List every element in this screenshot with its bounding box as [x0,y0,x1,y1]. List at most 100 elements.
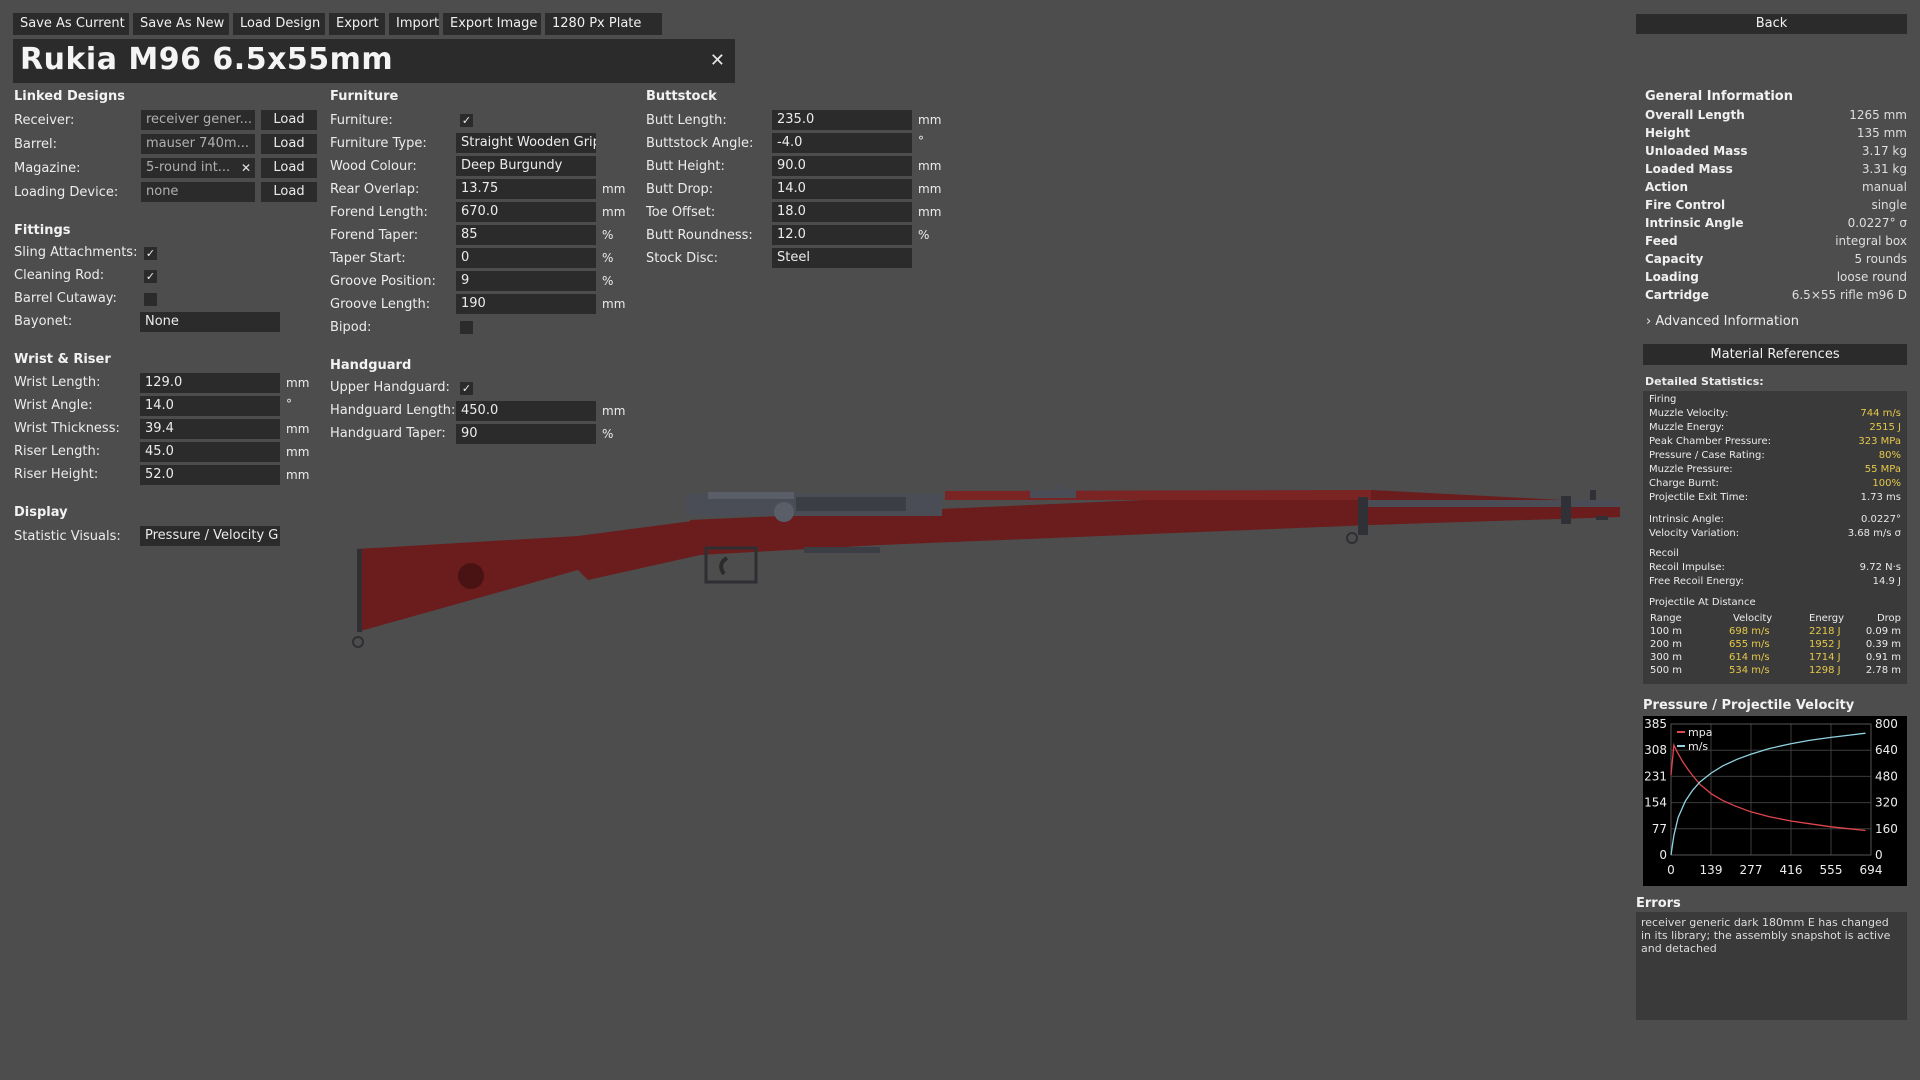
close-icon[interactable]: ✕ [710,50,725,71]
loading-device-field[interactable]: none [141,182,255,202]
stat-key: Intrinsic Angle: [1649,514,1724,525]
x-tick-label: 139 [1700,863,1723,877]
handguard-length-label: Handguard Length: [330,403,456,418]
handguard-taper-input[interactable]: 90 [456,424,596,444]
drop-cell: 0.09 m [1865,626,1901,637]
wrist-angle-input[interactable]: 14.0 [140,396,280,416]
butt-height-input[interactable]: 90.0 [772,156,912,176]
clear-magazine-icon[interactable]: ✕ [241,158,251,178]
stat-key: Peak Chamber Pressure: [1649,436,1771,447]
stat-value: 80% [1878,450,1901,461]
save-as-current-button[interactable]: Save As Current [13,13,129,35]
stock-disc-select[interactable]: Steel [772,248,912,268]
stat-row: Recoil Impulse: 9.72 N·s [1649,562,1901,576]
energy-cell: 1952 J [1809,639,1841,650]
design-title-bar[interactable]: Rukia M96 6.5x55mm ✕ [13,39,735,83]
wood-colour-select[interactable]: Deep Burgundy [456,156,596,176]
export-button[interactable]: Export [329,13,385,35]
drop-cell: 0.91 m [1865,652,1901,663]
drop-cell: 2.78 m [1865,665,1901,676]
unloaded-mass-row: Unloaded Mass 3.17 kg [1645,144,1907,162]
stat-key: Muzzle Velocity: [1649,408,1729,419]
general-info-heading: General Information [1645,89,1793,104]
advanced-information-toggle[interactable]: › Advanced Information [1646,314,1799,329]
groove-position-label: Groove Position: [330,274,436,289]
velocity-cell: 655 m/s [1729,639,1770,650]
groove-length-unit: mm [602,297,626,311]
velocity-cell: 534 m/s [1729,665,1770,676]
display-heading: Display [14,505,68,520]
stat-row: Muzzle Energy: 2515 J [1649,422,1901,436]
energy-cell: 2218 J [1809,626,1841,637]
intrinsic-angle-row: Intrinsic Angle 0.0227° σ [1645,216,1907,234]
import-button[interactable]: Import [389,13,439,35]
handguard-length-input[interactable]: 450.0 [456,401,596,421]
back-button[interactable]: Back [1636,14,1907,34]
groove-length-input[interactable]: 190 [456,294,596,314]
x-tick-label: 555 [1820,863,1843,877]
cleaning-rod-checkbox[interactable]: ✓ [144,270,157,283]
energy-cell: 1714 J [1809,652,1841,663]
loading-device-load-button[interactable]: Load [261,182,317,202]
forend-taper-input[interactable]: 85 [456,225,596,245]
wrist-thickness-label: Wrist Thickness: [14,421,120,436]
y-right-tick-label: 480 [1875,769,1898,783]
loading-row: Loading loose round [1645,270,1907,288]
furniture-type-select[interactable]: Straight Wooden Grip [456,133,596,153]
col-energy: Energy [1809,613,1845,624]
table-row: 200 m 655 m/s 1952 J 0.39 m [1649,639,1901,653]
buttstock-angle-unit: ° [918,134,924,148]
material-references-button[interactable]: Material References [1643,344,1907,365]
capacity-value: 5 rounds [1854,252,1907,266]
bipod-checkbox[interactable] [460,321,473,334]
save-as-new-button[interactable]: Save As New [133,13,229,35]
barrel-cutaway-label: Barrel Cutaway: [14,291,117,306]
stat-key: Velocity Variation: [1649,528,1740,539]
toe-offset-input[interactable]: 18.0 [772,202,912,222]
receiver-load-button[interactable]: Load [261,110,317,130]
riser-length-input[interactable]: 45.0 [140,442,280,462]
export-image-button[interactable]: Export Image [443,13,541,35]
legend-label: m/s [1688,740,1708,753]
forend-length-input[interactable]: 670.0 [456,202,596,222]
height-row: Height 135 mm [1645,126,1907,144]
barrel-cutaway-checkbox[interactable] [144,293,157,306]
butt-height-label: Butt Height: [646,159,725,174]
action-key: Action [1645,180,1689,194]
sling-attachments-label: Sling Attachments: [14,245,138,260]
design-title[interactable]: Rukia M96 6.5x55mm [20,42,393,77]
butt-drop-unit: mm [918,182,942,196]
upper-handguard-checkbox[interactable]: ✓ [460,382,473,395]
wrist-length-input[interactable]: 129.0 [140,373,280,393]
magazine-field[interactable]: 5-round int... ✕ [141,158,255,178]
stat-value: 744 m/s [1860,408,1901,419]
plate-size-button[interactable]: 1280 Px Plate [545,13,662,35]
riser-height-input[interactable]: 52.0 [140,465,280,485]
furniture-checkbox[interactable]: ✓ [460,114,473,127]
sling-attachments-checkbox[interactable]: ✓ [144,247,157,260]
load-design-button[interactable]: Load Design [233,13,325,35]
rifle-preview[interactable] [340,470,1630,660]
wood-colour-label: Wood Colour: [330,159,417,174]
statistic-visuals-select[interactable]: Pressure / Velocity G [140,526,280,546]
height-key: Height [1645,126,1691,140]
wrist-thickness-input[interactable]: 39.4 [140,419,280,439]
rear-overlap-input[interactable]: 13.75 [456,179,596,199]
bayonet-select[interactable]: None [140,312,280,332]
butt-length-input[interactable]: 235.0 [772,110,912,130]
rear-overlap-unit: mm [602,182,626,196]
velocity-cell: 614 m/s [1729,652,1770,663]
butt-drop-input[interactable]: 14.0 [772,179,912,199]
cartridge-value: 6.5×55 rifle m96 D [1791,288,1907,302]
barrel-field[interactable]: mauser 740m... [141,134,255,154]
receiver-field[interactable]: receiver gener... [141,110,255,130]
butt-roundness-input[interactable]: 12.0 [772,225,912,245]
taper-start-input[interactable]: 0 [456,248,596,268]
magazine-load-button[interactable]: Load [261,158,317,178]
col-velocity: Velocity [1733,613,1773,624]
groove-position-input[interactable]: 9 [456,271,596,291]
wrist-length-label: Wrist Length: [14,375,101,390]
buttstock-angle-input[interactable]: -4.0 [772,133,912,153]
barrel-load-button[interactable]: Load [261,134,317,154]
stat-key: Recoil Impulse: [1649,562,1725,573]
